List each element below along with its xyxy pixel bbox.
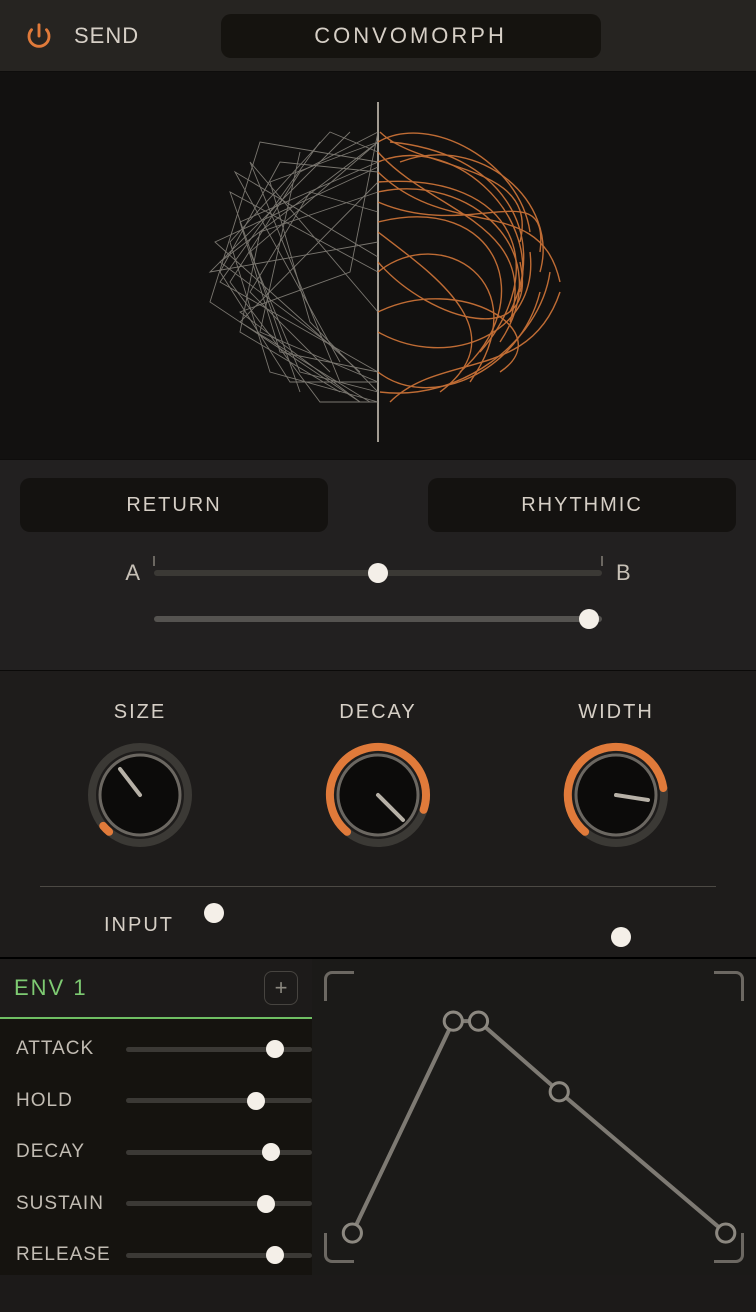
env-param-row: DECAY: [16, 1132, 312, 1172]
params-panel: SIZE DECAY WIDTH: [0, 671, 756, 957]
env-param-label: RELEASE: [16, 1244, 116, 1266]
visual-sphere: [0, 72, 756, 460]
power-icon[interactable]: [22, 19, 56, 53]
frame-corner-icon: [324, 971, 354, 1001]
morph-amount-thumb[interactable]: [579, 609, 599, 629]
morph-a-label: A: [30, 560, 140, 586]
env-tab[interactable]: ENV 1: [14, 975, 88, 1001]
input-gain-thumb[interactable]: [204, 903, 224, 923]
envelope-curve: [312, 959, 756, 1275]
env-param-label: SUSTAIN: [16, 1193, 116, 1215]
size-label: SIZE: [40, 701, 240, 724]
frame-corner-icon: [714, 1233, 744, 1263]
preset-a-button[interactable]: RETURN: [20, 478, 328, 532]
env-param-label: HOLD: [16, 1090, 116, 1112]
add-env-button[interactable]: +: [264, 971, 298, 1005]
morph-b-label: B: [616, 560, 726, 586]
env-attack-slider[interactable]: [126, 1047, 312, 1052]
env-decay-slider[interactable]: [126, 1150, 312, 1155]
input-label: INPUT: [44, 914, 174, 937]
env-release-slider[interactable]: [126, 1253, 312, 1258]
morph-blend-thumb[interactable]: [368, 563, 388, 583]
env-param-row: SUSTAIN: [16, 1184, 312, 1224]
env-param-row: ATTACK: [16, 1029, 312, 1069]
slider-thumb[interactable]: [266, 1246, 284, 1264]
env-param-label: DECAY: [16, 1141, 116, 1163]
size-knob[interactable]: [85, 740, 195, 850]
preset-b-button[interactable]: RHYTHMIC: [428, 478, 736, 532]
slider-thumb[interactable]: [247, 1092, 265, 1110]
frame-corner-icon: [324, 1233, 354, 1263]
morph-visualizer: [0, 72, 756, 460]
envelope-graph[interactable]: [312, 959, 756, 1275]
header-bar: SEND CONVOMORPH: [0, 0, 756, 72]
env-sustain-slider[interactable]: [126, 1201, 312, 1206]
env-param-row: HOLD: [16, 1081, 312, 1121]
decay-knob[interactable]: [323, 740, 433, 850]
morph-panel: RETURN RHYTHMIC A B: [0, 460, 756, 671]
slider-thumb[interactable]: [262, 1143, 280, 1161]
divider: [40, 886, 716, 887]
frame-corner-icon: [714, 971, 744, 1001]
slider-thumb[interactable]: [266, 1040, 284, 1058]
slider-thumb[interactable]: [257, 1195, 275, 1213]
env-param-label: ATTACK: [16, 1038, 116, 1060]
plus-icon: +: [275, 975, 288, 1001]
envelope-panel: ENV 1 + ATTACK HOLD DECAY SUSTAIN RELEASE: [0, 957, 756, 1275]
effect-title[interactable]: CONVOMORPH: [221, 14, 601, 58]
morph-blend-slider[interactable]: [154, 570, 602, 576]
decay-label: DECAY: [278, 701, 478, 724]
width-label: WIDTH: [516, 701, 716, 724]
env-hold-slider[interactable]: [126, 1098, 312, 1103]
width-knob[interactable]: [561, 740, 671, 850]
input-amount-thumb[interactable]: [611, 927, 631, 947]
send-label: SEND: [74, 23, 139, 49]
env-param-row: RELEASE: [16, 1235, 312, 1275]
morph-amount-slider[interactable]: [154, 616, 602, 622]
